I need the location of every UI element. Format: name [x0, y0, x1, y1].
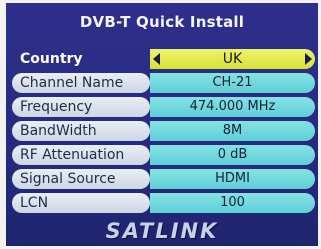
- menu-row-signal-source[interactable]: Signal Source HDMI: [12, 169, 315, 189]
- bandwidth-value[interactable]: 8M: [150, 121, 315, 141]
- frequency-label: Frequency: [12, 97, 150, 117]
- frequency-value[interactable]: 474.000 MHz: [150, 97, 315, 117]
- country-label: Country: [20, 51, 83, 67]
- arrow-left-icon[interactable]: [153, 53, 160, 65]
- bandwidth-label: BandWidth: [12, 121, 150, 141]
- satlink-logo: SATLINK: [105, 219, 219, 243]
- lcn-label: LCN: [12, 193, 150, 213]
- signal-source-label: Signal Source: [12, 169, 150, 189]
- screen-title: DVB-T Quick Install: [79, 13, 245, 31]
- menu-row-lcn[interactable]: LCN 100: [12, 193, 315, 213]
- menu-row-channel-name[interactable]: Channel Name CH-21: [12, 73, 315, 93]
- quick-install-screen: DVB-T Quick Install Country UK Channel N…: [6, 3, 318, 246]
- menu-row-country[interactable]: Country UK: [12, 49, 315, 69]
- rf-attenuation-label: RF Attenuation: [12, 145, 150, 165]
- country-selector[interactable]: UK: [150, 49, 315, 69]
- channel-name-label: Channel Name: [12, 73, 150, 93]
- menu-row-frequency[interactable]: Frequency 474.000 MHz: [12, 97, 315, 117]
- channel-name-value[interactable]: CH-21: [150, 73, 315, 93]
- rf-attenuation-value[interactable]: 0 dB: [150, 145, 315, 165]
- signal-source-value[interactable]: HDMI: [150, 169, 315, 189]
- arrow-right-icon[interactable]: [305, 53, 312, 65]
- lcn-value[interactable]: 100: [150, 193, 315, 213]
- menu-row-bandwidth[interactable]: BandWidth 8M: [12, 121, 315, 141]
- country-value: UK: [222, 51, 243, 67]
- menu-row-rf-attenuation[interactable]: RF Attenuation 0 dB: [12, 145, 315, 165]
